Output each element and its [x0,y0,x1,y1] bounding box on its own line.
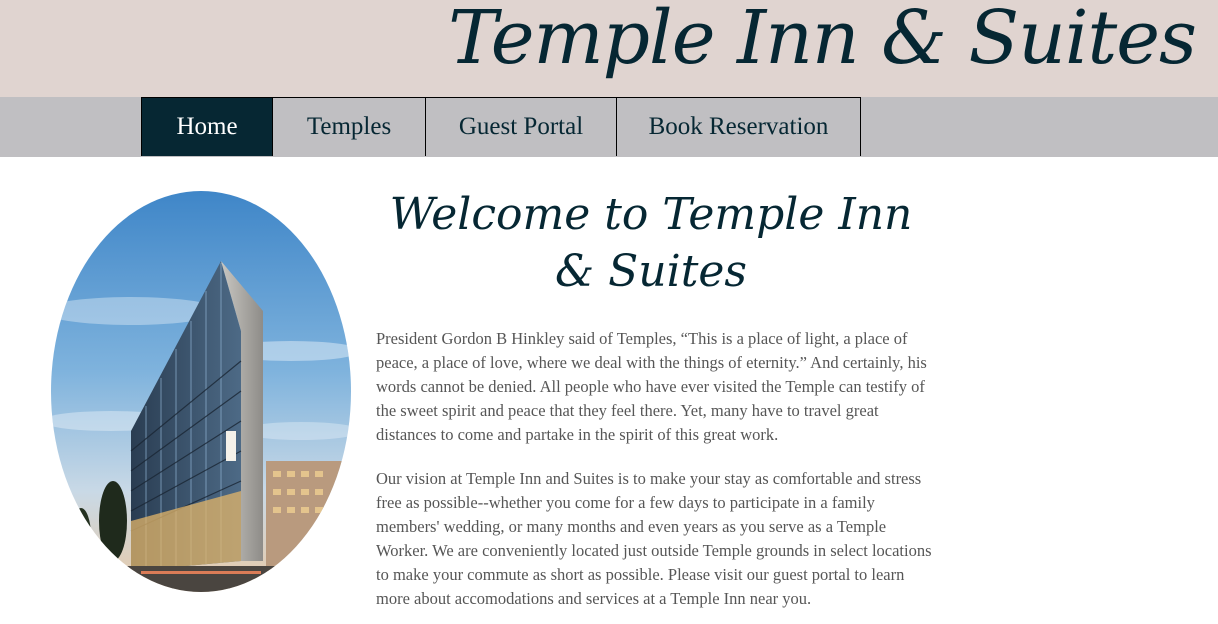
site-header: Temple Inn & Suites [0,0,1218,97]
welcome-heading: Welcome to Temple Inn & Suites [389,189,913,297]
intro-paragraph: President Gordon B Hinkley said of Templ… [376,329,927,444]
nav-book-reservation[interactable]: Book Reservation [616,97,861,156]
site-logo[interactable]: Temple Inn & Suites [448,0,1197,83]
vision-paragraph: Our vision at Temple Inn and Suites is t… [376,469,932,608]
main-nav: Home Temples Guest Portal Book Reservati… [0,97,1218,157]
nav-guest-portal[interactable]: Guest Portal [425,97,617,156]
nav-home[interactable]: Home [141,97,273,156]
nav-temples[interactable]: Temples [272,97,426,156]
hotel-image [51,191,351,592]
